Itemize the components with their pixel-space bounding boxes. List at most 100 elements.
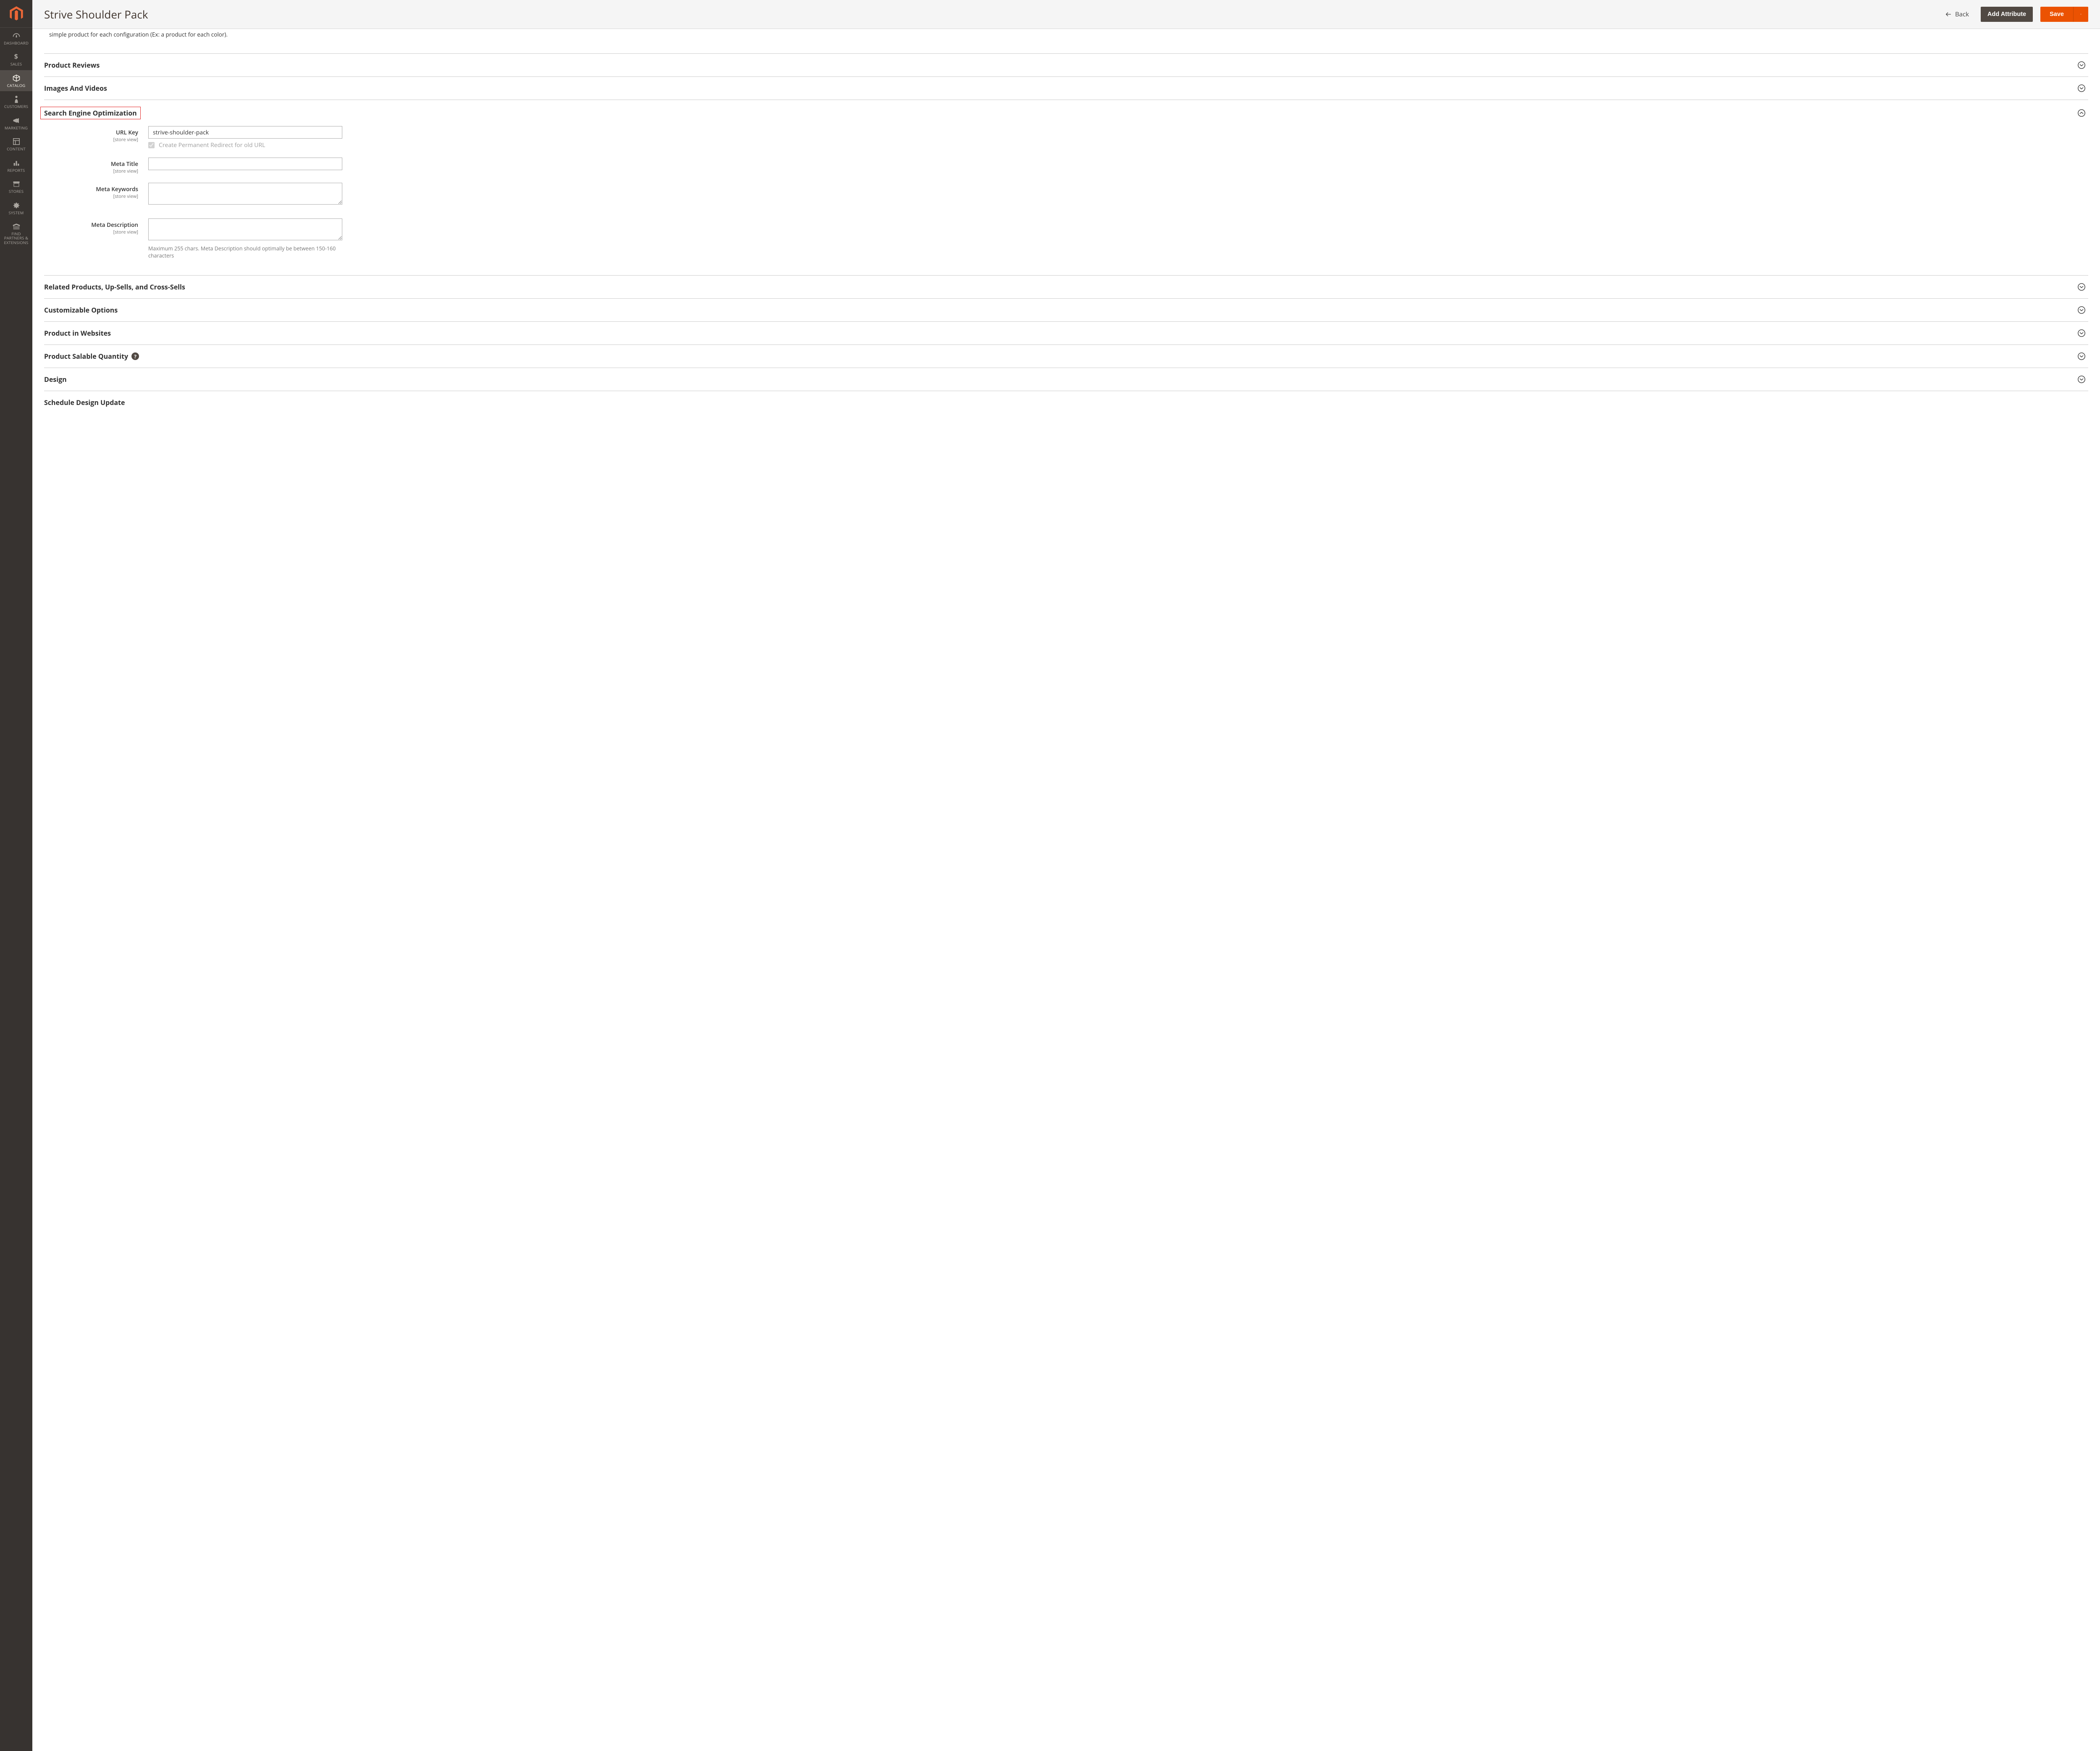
section-title: Related Products, Up-Sells, and Cross-Se…	[44, 282, 185, 292]
sidebar-item-catalog[interactable]: CATALOG	[0, 70, 32, 91]
sidebar-item-label: STORES	[9, 189, 24, 194]
section-schedule-design: Schedule Design Update	[44, 391, 2088, 407]
sidebar-item-label: SALES	[10, 62, 22, 66]
section-title: Design	[44, 375, 67, 384]
sidebar-item-label: FIND PARTNERS & EXTENSIONS	[2, 232, 31, 245]
chevron-up-icon	[2077, 109, 2086, 117]
section-toggle-websites[interactable]: Product in Websites	[44, 322, 2088, 344]
label-meta-description: Meta Description	[91, 221, 138, 229]
section-websites: Product in Websites	[44, 321, 2088, 344]
sidebar-item-label: REPORTS	[8, 168, 25, 173]
section-title: Product Salable Quantity	[44, 352, 128, 361]
section-design: Design	[44, 368, 2088, 391]
scope-label: [store view]	[44, 137, 138, 143]
seo-section-body: URL Key [store view] Create Permanent Re…	[44, 126, 2088, 275]
sidebar-item-reports[interactable]: REPORTS	[0, 155, 32, 176]
configurations-note: simple product for each configuration (E…	[44, 29, 2006, 43]
layout-icon	[13, 138, 20, 145]
section-salable-qty: Product Salable Quantity ?	[44, 344, 2088, 368]
sidebar-item-marketing[interactable]: MARKETING	[0, 113, 32, 134]
sidebar-item-customers[interactable]: CUSTOMERS	[0, 91, 32, 112]
page-header: Strive Shoulder Pack Back Add Attribute …	[32, 0, 2100, 29]
chevron-down-icon	[2077, 375, 2086, 384]
add-attribute-button[interactable]: Add Attribute	[1981, 7, 2033, 22]
label-meta-keywords: Meta Keywords	[96, 185, 138, 193]
input-url-key[interactable]	[148, 126, 342, 139]
sidebar-item-label: CONTENT	[7, 147, 26, 151]
dollar-icon: $	[13, 53, 19, 60]
chevron-down-icon	[2077, 84, 2086, 92]
sidebar-item-label: CATALOG	[7, 84, 26, 88]
svg-text:$: $	[14, 53, 18, 60]
sidebar-item-dashboard[interactable]: DASHBOARD	[0, 28, 32, 49]
section-toggle-seo[interactable]: Search Engine Optimization	[44, 100, 2088, 126]
section-toggle-schedule-design[interactable]: Schedule Design Update	[44, 391, 2088, 407]
section-toggle-product-reviews[interactable]: Product Reviews	[44, 54, 2088, 76]
sidebar-item-label: SYSTEM	[9, 211, 24, 215]
input-meta-description[interactable]	[148, 218, 342, 240]
admin-sidebar: DASHBOARD $ SALES CATALOG CUSTOMERS MARK…	[0, 0, 32, 1751]
chevron-down-icon	[2077, 306, 2086, 314]
save-button[interactable]: Save	[2040, 7, 2073, 22]
section-images-videos: Images And Videos	[44, 76, 2088, 100]
chevron-down-icon	[2077, 352, 2086, 360]
bar-chart-icon	[13, 159, 20, 167]
checkbox-redirect-label: Create Permanent Redirect for old URL	[159, 141, 265, 149]
magento-logo-icon	[10, 6, 23, 21]
section-title: Product Reviews	[44, 60, 100, 70]
section-title: Search Engine Optimization	[44, 108, 137, 118]
field-url-key: URL Key [store view] Create Permanent Re…	[44, 126, 2088, 154]
sidebar-item-content[interactable]: CONTENT	[0, 134, 32, 155]
help-icon[interactable]: ?	[131, 352, 139, 360]
sidebar-item-label: DASHBOARD	[4, 41, 29, 45]
input-meta-title[interactable]	[148, 158, 342, 170]
section-customizable-options: Customizable Options	[44, 298, 2088, 321]
save-dropdown-toggle[interactable]	[2073, 7, 2088, 22]
page-title: Strive Shoulder Pack	[44, 7, 1937, 22]
field-meta-keywords: Meta Keywords [store view]	[44, 183, 2088, 207]
input-meta-keywords[interactable]	[148, 183, 342, 205]
sidebar-item-stores[interactable]: STORES	[0, 176, 32, 197]
sidebar-item-system[interactable]: SYSTEM	[0, 197, 32, 218]
section-title: Schedule Design Update	[44, 398, 125, 407]
section-toggle-custom-options[interactable]: Customizable Options	[44, 299, 2088, 321]
sidebar-item-label: MARKETING	[5, 126, 28, 130]
meta-description-hint: Maximum 255 chars. Meta Description shou…	[148, 245, 342, 259]
save-button-group: Save	[2040, 7, 2088, 22]
section-related-products: Related Products, Up-Sells, and Cross-Se…	[44, 275, 2088, 298]
main-content: Strive Shoulder Pack Back Add Attribute …	[32, 0, 2100, 1751]
scope-label: [store view]	[44, 229, 138, 235]
checkbox-redirect[interactable]	[148, 142, 155, 148]
section-toggle-related[interactable]: Related Products, Up-Sells, and Cross-Se…	[44, 276, 2088, 298]
arrow-left-icon	[1945, 11, 1952, 18]
label-meta-title: Meta Title	[111, 160, 138, 168]
partners-icon	[13, 223, 20, 230]
back-button[interactable]: Back	[1945, 10, 1969, 18]
dashboard-icon	[12, 32, 21, 39]
chevron-down-icon	[2077, 61, 2086, 69]
magento-logo[interactable]	[0, 0, 32, 28]
gear-icon	[13, 202, 20, 209]
section-title: Customizable Options	[44, 305, 118, 315]
sidebar-item-label: CUSTOMERS	[4, 105, 28, 109]
section-title: Product in Websites	[44, 329, 111, 338]
scope-label: [store view]	[44, 168, 138, 174]
section-toggle-salable-qty[interactable]: Product Salable Quantity ?	[44, 345, 2088, 368]
cube-icon	[13, 74, 20, 82]
chevron-down-icon	[2077, 283, 2086, 291]
sidebar-item-sales[interactable]: $ SALES	[0, 49, 32, 70]
chevron-down-icon	[2077, 329, 2086, 337]
section-toggle-images-videos[interactable]: Images And Videos	[44, 77, 2088, 100]
section-title: Images And Videos	[44, 84, 107, 93]
section-toggle-design[interactable]: Design	[44, 368, 2088, 391]
section-seo: Search Engine Optimization URL Key [stor…	[44, 100, 2088, 275]
seo-highlight-box: Search Engine Optimization	[40, 107, 141, 119]
field-meta-description: Meta Description [store view] Maximum 25…	[44, 218, 2088, 259]
person-icon	[14, 95, 19, 103]
caret-down-icon	[2080, 12, 2082, 16]
section-product-reviews: Product Reviews	[44, 53, 2088, 76]
field-meta-title: Meta Title [store view]	[44, 158, 2088, 174]
storefront-icon	[13, 180, 20, 188]
sidebar-item-partners[interactable]: FIND PARTNERS & EXTENSIONS	[0, 218, 32, 248]
back-button-label: Back	[1955, 10, 1969, 18]
